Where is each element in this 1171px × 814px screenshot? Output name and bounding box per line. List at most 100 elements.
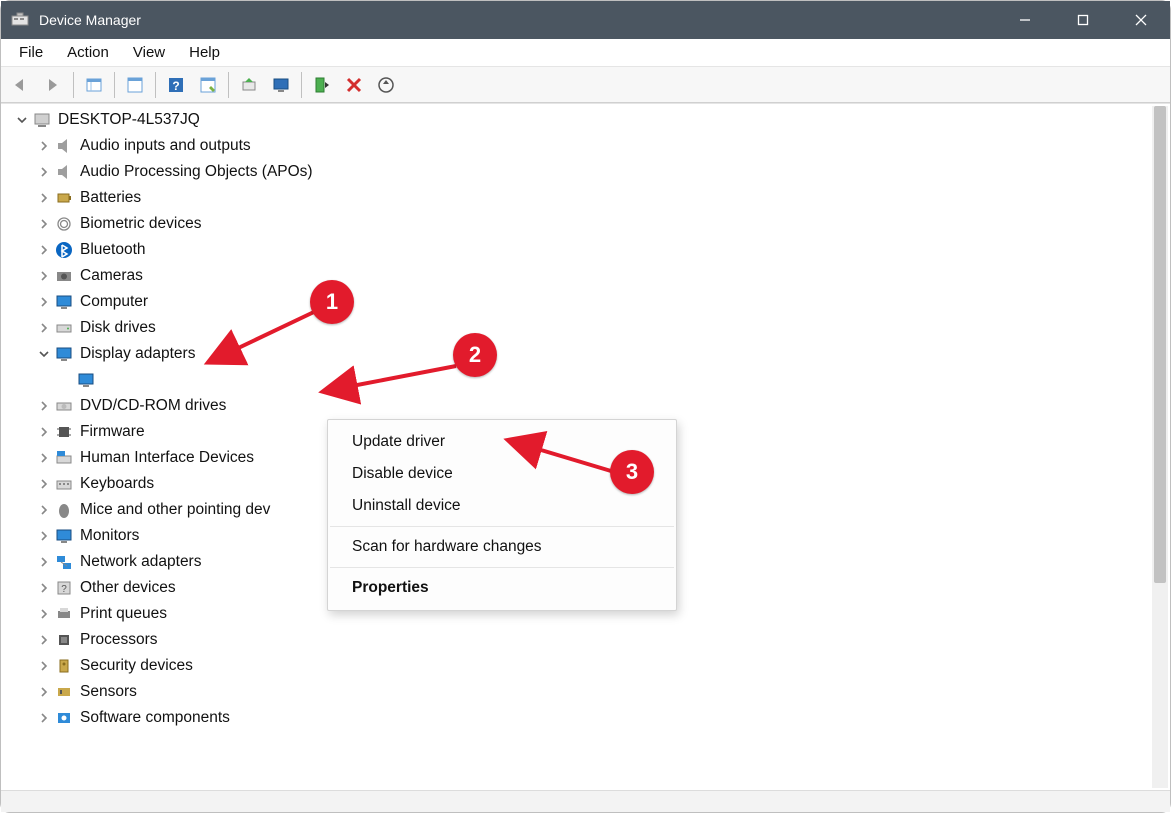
help-button[interactable]: ?: [161, 70, 191, 100]
maximize-button[interactable]: [1054, 1, 1112, 39]
toolbar-separator: [155, 72, 156, 98]
chevron-right-icon[interactable]: [36, 268, 52, 284]
chevron-right-icon[interactable]: [36, 294, 52, 310]
menu-view[interactable]: View: [121, 41, 177, 64]
menu-help[interactable]: Help: [177, 41, 232, 64]
fingerprint-icon: [54, 214, 74, 234]
chip-icon: [54, 422, 74, 442]
speaker-icon: [54, 136, 74, 156]
tree-item-label: Keyboards: [80, 475, 154, 493]
window-title: Device Manager: [39, 12, 141, 28]
chevron-right-icon[interactable]: [36, 242, 52, 258]
tree-item-display-adapters[interactable]: Display adapters: [6, 341, 1149, 367]
ctx-scan-hardware[interactable]: Scan for hardware changes: [328, 531, 676, 563]
tree-item-label: Audio inputs and outputs: [80, 137, 251, 155]
showhide-button[interactable]: [79, 70, 109, 100]
tree-item-computer[interactable]: Computer: [6, 289, 1149, 315]
tree-root[interactable]: DESKTOP-4L537JQ: [6, 107, 1149, 133]
tree-item-batteries[interactable]: Batteries: [6, 185, 1149, 211]
back-button[interactable]: [6, 70, 36, 100]
chevron-right-icon[interactable]: [36, 606, 52, 622]
tree-item-label: Computer: [80, 293, 148, 311]
context-menu: Update driver Disable device Uninstall d…: [327, 419, 677, 611]
svg-text:?: ?: [172, 79, 179, 93]
chevron-right-icon[interactable]: [36, 398, 52, 414]
title-bar: Device Manager: [1, 1, 1170, 39]
tree-item-sensors[interactable]: Sensors: [6, 679, 1149, 705]
display-wizard-button[interactable]: [266, 70, 296, 100]
chevron-down-icon[interactable]: [36, 346, 52, 362]
chevron-right-icon[interactable]: [36, 554, 52, 570]
menu-action[interactable]: Action: [55, 41, 121, 64]
propsheet-button[interactable]: [193, 70, 223, 100]
enable-device-button[interactable]: [307, 70, 337, 100]
vertical-scrollbar[interactable]: [1152, 106, 1168, 788]
speaker-icon: [54, 162, 74, 182]
chevron-right-icon[interactable]: [36, 164, 52, 180]
computer-icon: [32, 110, 52, 130]
tree-item-dvd[interactable]: DVD/CD-ROM drives: [6, 393, 1149, 419]
sensor-icon: [54, 682, 74, 702]
chevron-right-icon[interactable]: [36, 658, 52, 674]
uninstall-button[interactable]: [339, 70, 369, 100]
chevron-right-icon[interactable]: [36, 684, 52, 700]
tree-item-apo[interactable]: Audio Processing Objects (APOs): [6, 159, 1149, 185]
menu-file[interactable]: File: [7, 41, 55, 64]
disk-icon: [54, 318, 74, 338]
ctx-disable-device[interactable]: Disable device: [328, 458, 676, 490]
scrollbar-thumb[interactable]: [1154, 106, 1166, 583]
toolbar-separator: [301, 72, 302, 98]
ctx-properties[interactable]: Properties: [328, 572, 676, 604]
tree-item-label: Cameras: [80, 267, 143, 285]
ctx-uninstall-device[interactable]: Uninstall device: [328, 490, 676, 522]
tree-item-audio-io[interactable]: Audio inputs and outputs: [6, 133, 1149, 159]
tree-item-software-components[interactable]: Software components: [6, 705, 1149, 731]
tree-item-label: Security devices: [80, 657, 193, 675]
cpu-icon: [54, 630, 74, 650]
printer-icon: [54, 604, 74, 624]
tree-item-processors[interactable]: Processors: [6, 627, 1149, 653]
close-button[interactable]: [1112, 1, 1170, 39]
hid-icon: [54, 448, 74, 468]
tree-item-biometric[interactable]: Biometric devices: [6, 211, 1149, 237]
ctx-separator: [330, 526, 674, 527]
tree-item-label: Print queues: [80, 605, 167, 623]
chevron-right-icon[interactable]: [36, 424, 52, 440]
scan-hardware-button[interactable]: [371, 70, 401, 100]
chevron-right-icon[interactable]: [36, 528, 52, 544]
tree-item-bluetooth[interactable]: Bluetooth: [6, 237, 1149, 263]
battery-icon: [54, 188, 74, 208]
chevron-right-icon[interactable]: [36, 450, 52, 466]
update-driver-button[interactable]: [234, 70, 264, 100]
keyboard-icon: [54, 474, 74, 494]
ctx-update-driver[interactable]: Update driver: [328, 426, 676, 458]
status-bar: [1, 790, 1170, 812]
chevron-right-icon[interactable]: [36, 632, 52, 648]
chevron-right-icon[interactable]: [36, 138, 52, 154]
tree-item-label: Audio Processing Objects (APOs): [80, 163, 313, 181]
forward-button[interactable]: [38, 70, 68, 100]
tree-item-security[interactable]: Security devices: [6, 653, 1149, 679]
optical-icon: [54, 396, 74, 416]
tree-item-gpu-device[interactable]: [6, 367, 1149, 393]
toolbar-separator: [73, 72, 74, 98]
tree-item-label: DVD/CD-ROM drives: [80, 397, 226, 415]
details-button[interactable]: [120, 70, 150, 100]
tree-item-disk-drives[interactable]: Disk drives: [6, 315, 1149, 341]
minimize-button[interactable]: [996, 1, 1054, 39]
gpu-icon: [76, 370, 96, 390]
chevron-right-icon[interactable]: [36, 190, 52, 206]
tree-item-label: Sensors: [80, 683, 137, 701]
svg-text:?: ?: [61, 584, 67, 595]
software-icon: [54, 708, 74, 728]
chevron-right-icon[interactable]: [36, 580, 52, 596]
chevron-right-icon[interactable]: [36, 216, 52, 232]
chevron-right-icon[interactable]: [36, 476, 52, 492]
chevron-down-icon[interactable]: [14, 112, 30, 128]
chevron-right-icon[interactable]: [36, 710, 52, 726]
bluetooth-icon: [54, 240, 74, 260]
chevron-right-icon[interactable]: [36, 502, 52, 518]
chevron-right-icon[interactable]: [36, 320, 52, 336]
ctx-separator: [330, 567, 674, 568]
tree-item-cameras[interactable]: Cameras: [6, 263, 1149, 289]
